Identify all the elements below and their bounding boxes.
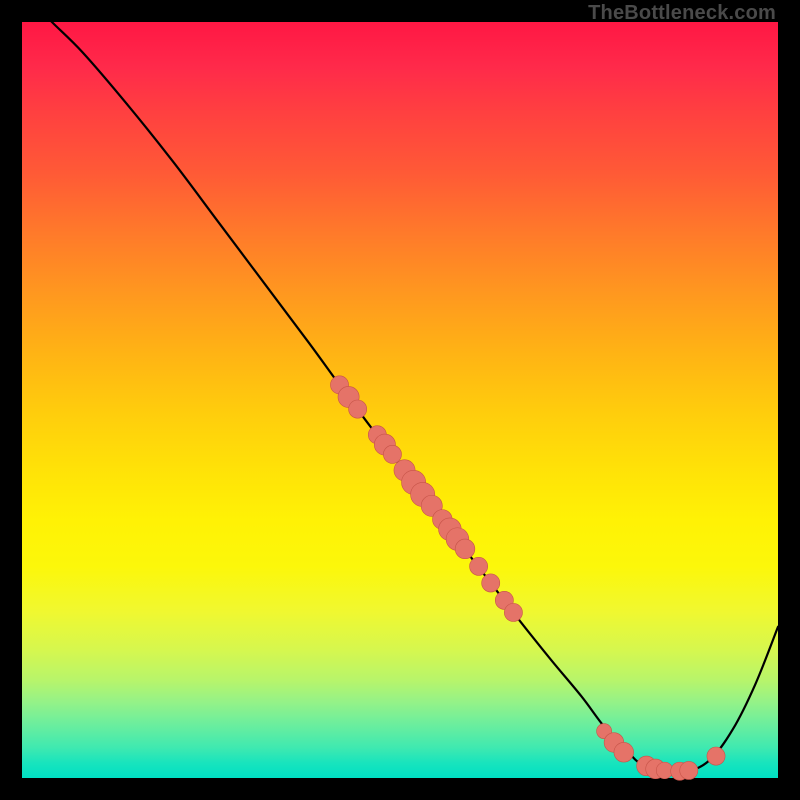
- bottleneck-curve: [22, 0, 778, 772]
- curve-marker: [707, 747, 725, 765]
- curve-marker: [504, 603, 522, 621]
- curve-marker: [470, 557, 488, 575]
- curve-marker: [614, 742, 634, 762]
- plot-area: [22, 22, 778, 778]
- curve-marker: [680, 761, 698, 779]
- curve-markers: [330, 376, 725, 780]
- curve-marker: [349, 400, 367, 418]
- chart-svg: [22, 22, 778, 778]
- curve-marker: [455, 539, 475, 559]
- curve-marker: [482, 574, 500, 592]
- curve-marker: [383, 445, 401, 463]
